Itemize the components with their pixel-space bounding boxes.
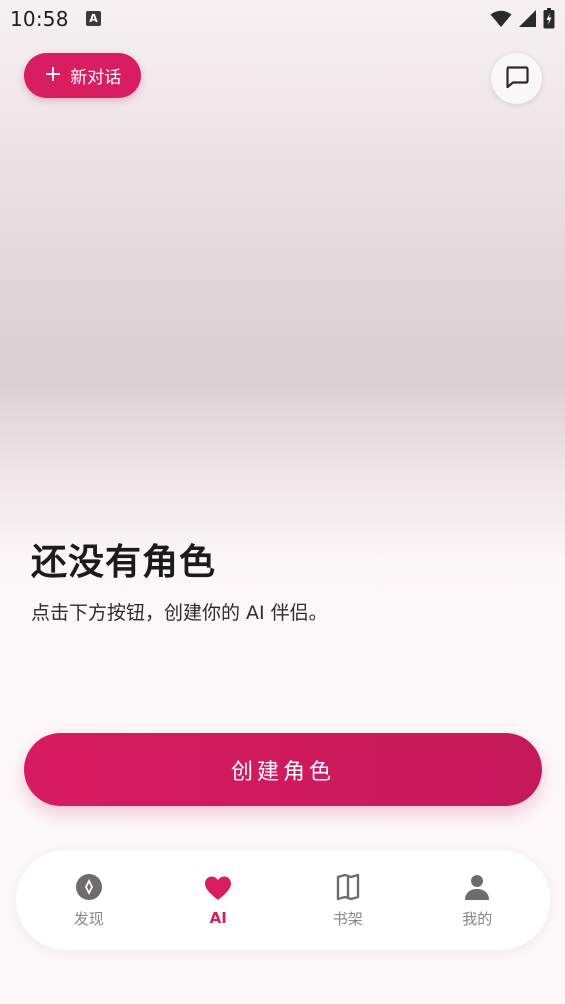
status-time: 10:58 (10, 7, 69, 31)
book-icon (333, 872, 363, 902)
nav-label-bookshelf: 书架 (332, 909, 363, 928)
heart-icon (203, 873, 233, 903)
bottom-nav: 发现 AI 书架 我的 (16, 850, 550, 950)
status-bar: 10:58 A (0, 0, 565, 38)
new-chat-label: 新对话 (70, 68, 122, 88)
person-icon (462, 872, 492, 902)
messages-button[interactable] (491, 53, 542, 104)
nav-label-ai: AI (209, 909, 227, 927)
signal-icon (518, 9, 537, 32)
nav-label-discover: 发现 (73, 909, 104, 928)
create-character-button[interactable]: 创建角色 (24, 733, 542, 806)
nav-item-discover[interactable]: 发现 (39, 872, 139, 929)
create-character-label: 创建角色 (230, 759, 335, 785)
battery-icon (543, 8, 555, 33)
status-icons (490, 8, 555, 33)
plus-icon: + (43, 61, 63, 87)
new-chat-button[interactable]: + 新对话 (24, 53, 141, 98)
compass-icon (74, 872, 104, 902)
nav-label-mine: 我的 (462, 909, 493, 928)
nav-item-mine[interactable]: 我的 (427, 872, 527, 929)
wifi-icon (490, 10, 512, 32)
nav-item-bookshelf[interactable]: 书架 (298, 872, 398, 929)
empty-state-description: 点击下方按钮，创建你的 AI 伴侣。 (31, 602, 328, 624)
a-letter-icon: A (86, 11, 101, 26)
chat-bubble-icon (503, 63, 531, 95)
empty-state-title: 还没有角色 (31, 542, 217, 583)
nav-item-ai[interactable]: AI (168, 873, 268, 927)
